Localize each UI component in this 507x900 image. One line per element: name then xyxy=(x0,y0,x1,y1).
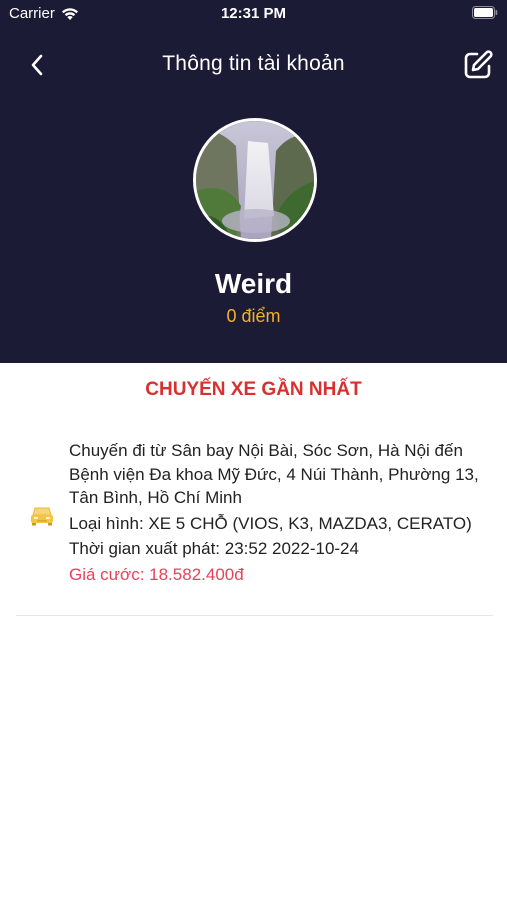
user-name: Weird xyxy=(214,268,293,299)
user-points: 0 điểm xyxy=(226,306,281,326)
trip-details: Chuyến đi từ Sân bay Nội Bài, Sóc Sơn, H… xyxy=(69,439,479,588)
status-bar: Carrier 12:31 PM xyxy=(0,0,507,30)
page-title: Thông tin tài khoản xyxy=(162,52,345,75)
trip-price: Giá cước: 18.582.400đ xyxy=(69,564,244,584)
avatar-image xyxy=(196,121,314,239)
battery-icon xyxy=(472,6,498,19)
nav-bar: Thông tin tài khoản xyxy=(0,40,507,90)
edit-icon xyxy=(464,50,493,79)
car-icon xyxy=(31,507,53,526)
profile-header: Carrier 12:31 PM Thông tin tài khoản Wei… xyxy=(0,0,507,363)
avatar[interactable] xyxy=(193,118,317,242)
trip-departure-time: Thời gian xuất phát: 23:52 2022-10-24 xyxy=(69,539,359,558)
edit-profile-button[interactable] xyxy=(461,48,495,82)
status-time: 12:31 PM xyxy=(220,5,287,22)
trip-vehicle-type: Loại hình: XE 5 CHỖ (VIOS, K3, MAZDA3, C… xyxy=(69,513,472,533)
trip-route: Chuyến đi từ Sân bay Nội Bài, Sóc Sơn, H… xyxy=(69,441,479,507)
recent-trip-item[interactable]: Chuyến đi từ Sân bay Nội Bài, Sóc Sơn, H… xyxy=(16,430,493,616)
recent-trip-section-title: CHUYẾN XE GẦN NHẤT xyxy=(145,379,362,400)
